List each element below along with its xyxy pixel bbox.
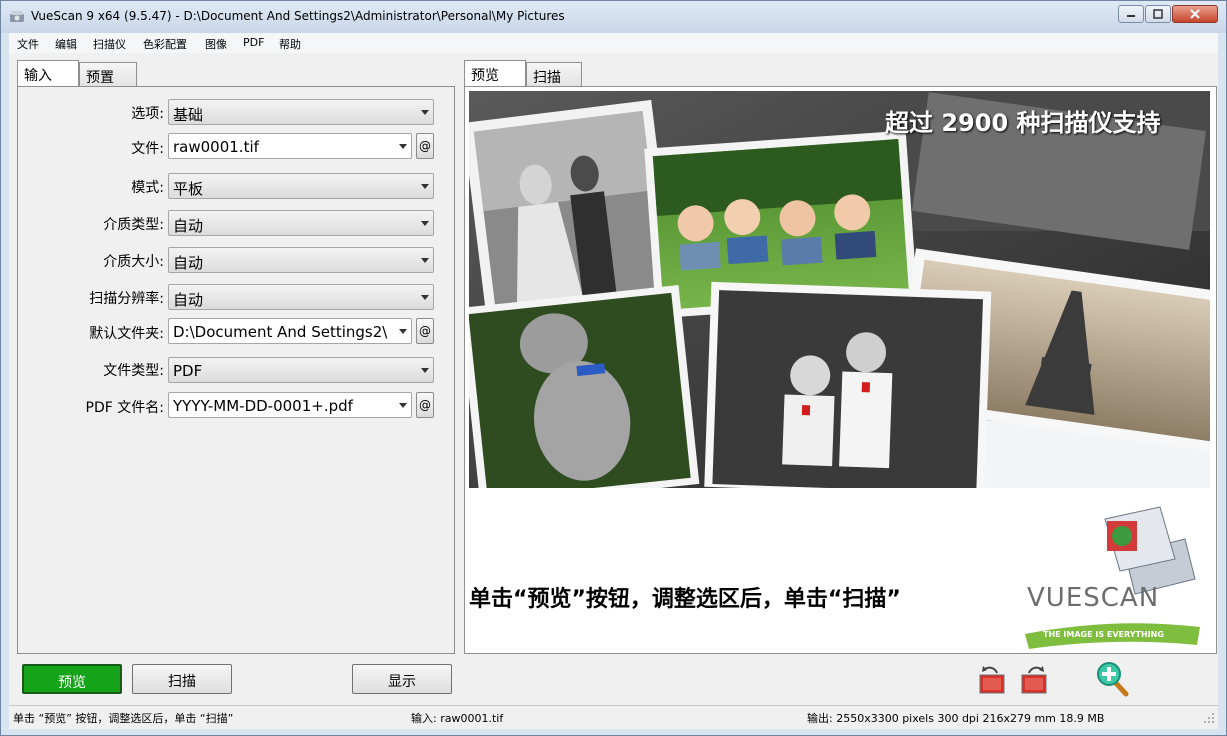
chevron-down-icon <box>421 221 429 226</box>
resize-grip-icon[interactable] <box>1203 712 1215 724</box>
photo-collage <box>469 91 1210 488</box>
logo-tagline: THE IMAGE IS EVERYTHING <box>1043 630 1164 639</box>
default-folder-combo[interactable]: D:\Document And Settings2\ <box>168 318 412 344</box>
minimize-icon <box>1127 15 1135 17</box>
field-label: 介质大小: <box>103 254 164 270</box>
resolution-select[interactable]: 自动 <box>168 284 434 310</box>
chevron-down-icon <box>421 295 429 300</box>
pdf-filename-combo[interactable]: YYYY-MM-DD-0001+.pdf <box>168 392 412 418</box>
chevron-down-icon <box>421 110 429 115</box>
title-bar: VueScan 9 x64 (9.5.47) - D:\Document And… <box>1 1 1226 33</box>
file-type-select[interactable]: PDF <box>168 357 434 383</box>
options-value: 基础 <box>173 106 204 124</box>
status-input: 输入: raw0001.tif <box>411 712 504 725</box>
scan-button[interactable]: 扫描 <box>132 664 232 694</box>
field-label: 介质类型: <box>103 217 164 233</box>
status-hint: 单击 “预览” 按钮，调整选区后，单击 “扫描” <box>13 712 234 725</box>
chevron-down-icon <box>421 368 429 373</box>
media-type-value: 自动 <box>173 217 204 235</box>
logo-wordmark: VueScan <box>1027 583 1160 613</box>
status-bar: 单击 “预览” 按钮，调整选区后，单击 “扫描” 输入: raw0001.tif… <box>9 705 1218 729</box>
menu-help[interactable]: 帮助 <box>279 36 301 52</box>
show-button[interactable]: 显示 <box>352 664 452 694</box>
menu-file[interactable]: 文件 <box>17 36 39 52</box>
menu-edit[interactable]: 编辑 <box>55 36 77 52</box>
label-column: 选项: 文件: 模式: 介质类型: 介质大小: 扫描分辨率: 默认文件夹: 文件… <box>18 87 164 655</box>
pdf-at-button[interactable]: @ <box>416 392 434 418</box>
close-icon <box>1190 9 1200 19</box>
file-type-value: PDF <box>173 362 203 380</box>
maximize-icon <box>1153 9 1163 19</box>
mode-value: 平板 <box>173 180 204 198</box>
field-label: PDF 文件名: <box>85 400 164 416</box>
options-select[interactable]: 基础 <box>168 99 434 125</box>
menu-image[interactable]: 图像 <box>205 36 227 52</box>
default-folder-value: D:\Document And Settings2\ <box>173 323 388 341</box>
scanner-logo-icon <box>1025 506 1200 649</box>
menu-scanner[interactable]: 扫描仪 <box>93 36 126 52</box>
file-value: raw0001.tif <box>173 138 259 156</box>
preview-panel: 超过 2900 种扫描仪支持 单击“预览”按钮，调整选区后，单击“扫描” Vue… <box>464 86 1217 654</box>
rotate-left-icon[interactable] <box>977 663 1007 695</box>
preview-instruction: 单击“预览”按钮，调整选区后，单击“扫描” <box>469 587 901 612</box>
field-label: 默认文件夹: <box>89 326 164 342</box>
menu-pdf[interactable]: PDF <box>243 36 264 49</box>
input-panel: 选项: 文件: 模式: 介质类型: 介质大小: 扫描分辨率: 默认文件夹: 文件… <box>17 86 455 654</box>
field-label: 模式: <box>131 180 164 196</box>
media-size-value: 自动 <box>173 254 204 272</box>
menu-bar: 文件 编辑 扫描仪 色彩配置 图像 PDF 帮助 <box>9 33 1218 53</box>
field-label: 文件类型: <box>103 363 164 379</box>
media-size-select[interactable]: 自动 <box>168 247 434 273</box>
pdf-filename-value: YYYY-MM-DD-0001+.pdf <box>173 397 353 415</box>
resolution-value: 自动 <box>173 291 204 309</box>
tab-preview[interactable]: 预览 <box>464 60 526 86</box>
rotate-right-icon[interactable] <box>1019 663 1049 695</box>
preview-collage-image: 超过 2900 种扫描仪支持 <box>469 91 1210 488</box>
status-output: 输出: 2550x3300 pixels 300 dpi 216x279 mm … <box>807 712 1105 725</box>
menu-color[interactable]: 色彩配置 <box>143 36 187 52</box>
file-combo[interactable]: raw0001.tif <box>168 133 412 159</box>
field-label: 文件: <box>131 141 164 157</box>
mode-select[interactable]: 平板 <box>168 173 434 199</box>
field-label: 选项: <box>131 106 164 122</box>
chevron-down-icon <box>399 144 407 149</box>
vuescan-logo: VueScan THE IMAGE IS EVERYTHING <box>1025 499 1205 649</box>
client-area: 输入 预置 选项: 文件: 模式: 介质类型: 介质大小: 扫描分辨率: 默认文… <box>9 53 1218 705</box>
chevron-down-icon <box>421 258 429 263</box>
preview-button[interactable]: 预览 <box>22 664 122 694</box>
tab-scan[interactable]: 扫描 <box>526 62 582 86</box>
app-window: VueScan 9 x64 (9.5.47) - D:\Document And… <box>0 0 1227 736</box>
close-button[interactable] <box>1172 5 1218 23</box>
minimize-button[interactable] <box>1118 5 1144 23</box>
tab-preset[interactable]: 预置 <box>79 62 137 86</box>
folder-at-button[interactable]: @ <box>416 318 434 344</box>
app-icon <box>10 11 24 22</box>
chevron-down-icon <box>421 184 429 189</box>
media-type-select[interactable]: 自动 <box>168 210 434 236</box>
tab-input[interactable]: 输入 <box>17 60 79 86</box>
preview-banner-text: 超过 2900 种扫描仪支持 <box>885 109 1161 137</box>
chevron-down-icon <box>399 329 407 334</box>
window-title: VueScan 9 x64 (9.5.47) - D:\Document And… <box>31 9 565 23</box>
field-label: 扫描分辨率: <box>89 291 164 307</box>
zoom-in-icon[interactable] <box>1096 661 1130 697</box>
maximize-button[interactable] <box>1145 5 1171 23</box>
chevron-down-icon <box>399 403 407 408</box>
file-at-button[interactable]: @ <box>416 133 434 159</box>
